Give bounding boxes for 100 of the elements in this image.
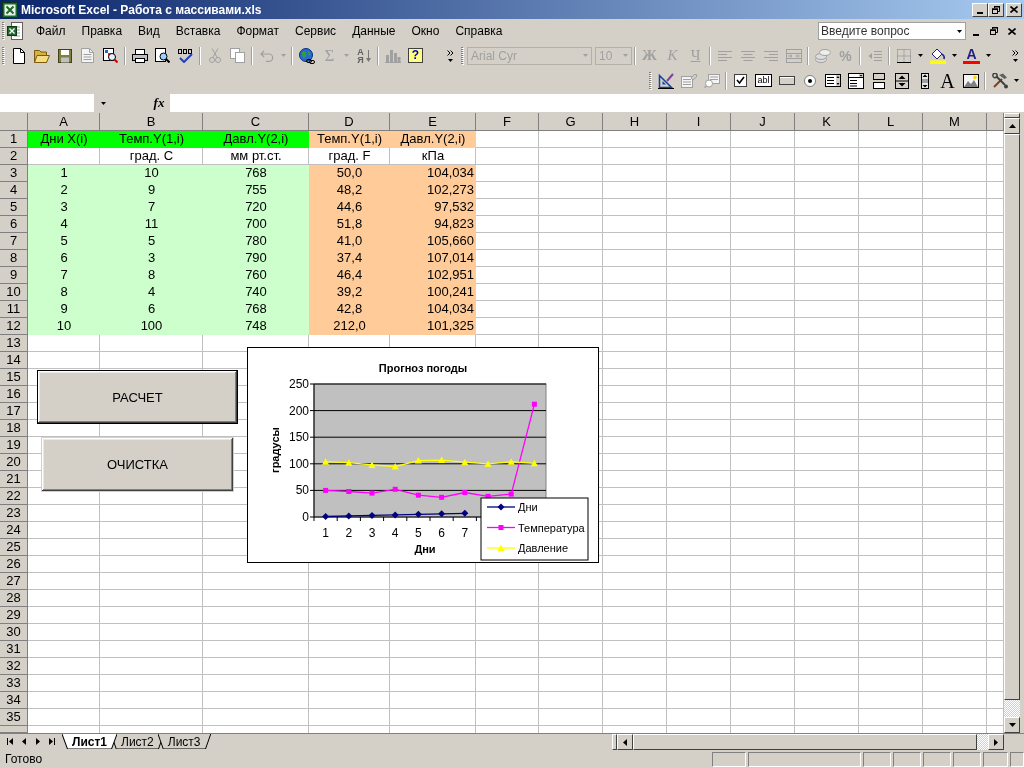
font-color-button[interactable]: A bbox=[960, 44, 983, 67]
menu-item[interactable]: Справка bbox=[447, 22, 511, 40]
grip-handle[interactable] bbox=[2, 46, 5, 65]
row-header[interactable]: 24 bbox=[0, 522, 28, 539]
data-point bbox=[368, 461, 376, 468]
status-bar-panel bbox=[923, 751, 951, 767]
row-header[interactable]: 20 bbox=[0, 454, 28, 471]
row-header[interactable]: 32 bbox=[0, 658, 28, 675]
row-header[interactable]: 18 bbox=[0, 420, 28, 437]
scroll-left-button[interactable] bbox=[617, 734, 633, 750]
help-button[interactable]: ? bbox=[404, 44, 427, 67]
row-header[interactable]: 12 bbox=[0, 318, 28, 335]
column-header[interactable]: K bbox=[795, 113, 859, 131]
grip-handle[interactable] bbox=[2, 22, 5, 40]
status-bar-panel bbox=[863, 751, 891, 767]
column-header[interactable]: G bbox=[539, 113, 603, 131]
row-header[interactable]: 16 bbox=[0, 386, 28, 403]
column-header[interactable]: H bbox=[603, 113, 667, 131]
row-header[interactable]: 19 bbox=[0, 437, 28, 454]
menu-item[interactable]: Вид bbox=[130, 22, 168, 40]
axis-tick-label: 2 bbox=[345, 526, 353, 540]
restore-button[interactable] bbox=[988, 2, 1004, 17]
row-header[interactable]: 30 bbox=[0, 624, 28, 641]
menu-item[interactable]: Данные bbox=[344, 22, 404, 40]
column-header[interactable]: C bbox=[203, 113, 309, 131]
row-header[interactable]: 28 bbox=[0, 590, 28, 607]
text-box-control-button[interactable]: abl bbox=[752, 69, 775, 92]
restore-icon bbox=[989, 27, 998, 35]
clear-button[interactable]: ОЧИСТКА bbox=[41, 437, 234, 492]
label-control-button[interactable]: A bbox=[936, 69, 959, 92]
menu-item[interactable]: Правка bbox=[73, 22, 131, 40]
row-header[interactable]: 5 bbox=[0, 199, 28, 216]
menu-item[interactable]: Вставка bbox=[167, 22, 229, 40]
column-header[interactable]: I bbox=[667, 113, 731, 131]
row-header[interactable]: 7 bbox=[0, 233, 28, 250]
align-left-icon bbox=[717, 50, 732, 61]
sheet-tab[interactable]: Лист1 bbox=[62, 734, 118, 749]
row-header[interactable]: 2 bbox=[0, 148, 28, 165]
split-box[interactable] bbox=[1004, 113, 1020, 118]
row-header[interactable]: 31 bbox=[0, 641, 28, 658]
row-header[interactable]: 29 bbox=[0, 607, 28, 624]
skip-to-first-icon bbox=[7, 738, 13, 745]
tab-split-handle[interactable] bbox=[612, 734, 617, 750]
table-cell: 790 bbox=[203, 250, 309, 267]
column-header[interactable]: A bbox=[28, 113, 100, 131]
row-header[interactable]: 8 bbox=[0, 250, 28, 267]
up-arrow-icon bbox=[1008, 124, 1016, 128]
scroll-up-button[interactable] bbox=[1004, 118, 1020, 134]
row-header[interactable]: 9 bbox=[0, 267, 28, 284]
row-header[interactable]: 25 bbox=[0, 539, 28, 556]
row-header[interactable]: 13 bbox=[0, 335, 28, 352]
menu-item[interactable]: Файл bbox=[28, 22, 74, 40]
row-header[interactable]: 17 bbox=[0, 403, 28, 420]
row-header[interactable]: 35 bbox=[0, 709, 28, 726]
menu-item[interactable]: Сервис bbox=[287, 22, 345, 40]
header-cell: Давл.Y(2,i) bbox=[203, 131, 309, 148]
table-cell: 748 bbox=[203, 318, 309, 335]
close-button[interactable] bbox=[1006, 2, 1022, 17]
row-header[interactable]: 10 bbox=[0, 284, 28, 301]
axis-tick-label: 150 bbox=[288, 430, 309, 445]
grip-handle[interactable] bbox=[461, 46, 464, 65]
help-question-field[interactable]: Введите вопрос bbox=[818, 22, 966, 40]
sheet-tab[interactable]: Лист3 bbox=[157, 734, 211, 749]
table-cell: 212,0 bbox=[309, 318, 390, 335]
menu-item[interactable]: Окно bbox=[403, 22, 448, 40]
header-cell: Темп.Y(1,i) bbox=[309, 131, 390, 148]
table-cell: 94,823 bbox=[390, 216, 476, 233]
column-header[interactable]: B bbox=[100, 113, 203, 131]
row-header[interactable]: 3 bbox=[0, 165, 28, 182]
scroll-right-button[interactable] bbox=[988, 734, 1004, 750]
row-header[interactable]: 27 bbox=[0, 573, 28, 590]
column-header[interactable]: E bbox=[390, 113, 476, 131]
column-header[interactable]: D bbox=[309, 113, 390, 131]
grip-handle[interactable] bbox=[649, 71, 652, 90]
column-header[interactable]: J bbox=[731, 113, 795, 131]
row-header[interactable]: 34 bbox=[0, 692, 28, 709]
down-arrow-icon bbox=[1008, 723, 1016, 727]
column-header[interactable]: M bbox=[923, 113, 987, 131]
row-header[interactable]: 4 bbox=[0, 182, 28, 199]
column-header[interactable]: F bbox=[476, 113, 539, 131]
row-header[interactable]: 6 bbox=[0, 216, 28, 233]
row-header[interactable]: 22 bbox=[0, 488, 28, 505]
row-header[interactable]: 15 bbox=[0, 369, 28, 386]
row-header[interactable]: 26 bbox=[0, 556, 28, 573]
row-header[interactable]: 1 bbox=[0, 131, 28, 148]
column-header[interactable]: L bbox=[859, 113, 923, 131]
calculate-button[interactable]: РАСЧЕТ bbox=[37, 370, 238, 424]
scroll-down-button[interactable] bbox=[1004, 717, 1020, 733]
menu-item[interactable]: Формат bbox=[228, 22, 288, 40]
select-all-button[interactable] bbox=[0, 113, 28, 131]
workbook-icon[interactable] bbox=[7, 22, 23, 40]
minimize-button[interactable] bbox=[972, 2, 988, 17]
row-header[interactable]: 33 bbox=[0, 675, 28, 692]
row-header[interactable]: 23 bbox=[0, 505, 28, 522]
insert-function-button[interactable]: fx bbox=[150, 94, 168, 112]
formula-input[interactable] bbox=[170, 94, 1024, 112]
table-cell: 104,034 bbox=[390, 165, 476, 182]
row-header[interactable]: 11 bbox=[0, 301, 28, 318]
row-header[interactable]: 14 bbox=[0, 352, 28, 369]
row-header[interactable]: 21 bbox=[0, 471, 28, 488]
